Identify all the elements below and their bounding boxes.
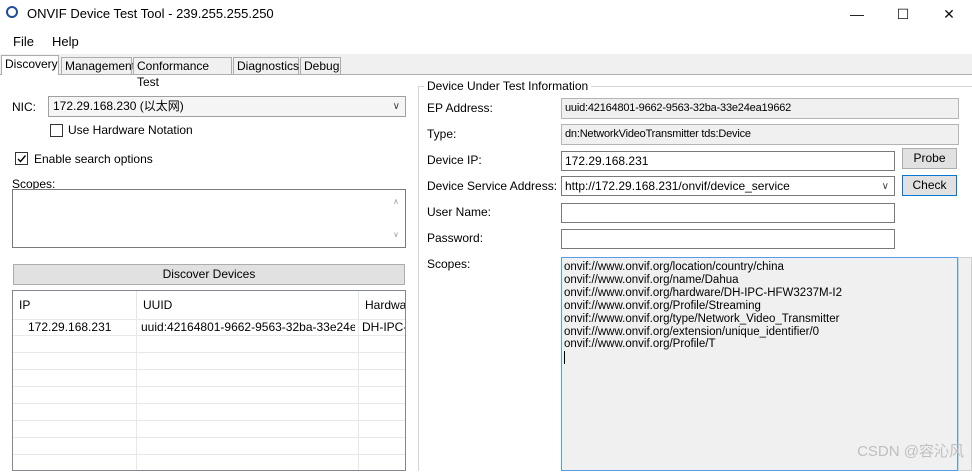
service-address-value: http://172.29.168.231/onvif/device_servi… [565,179,790,193]
discover-devices-button[interactable]: Discover Devices [13,264,405,285]
password-label: Password: [427,231,484,245]
tab-debug[interactable]: Debug [300,57,341,74]
hardware-notation-label: Use Hardware Notation [68,123,193,137]
menu-file[interactable]: File [13,34,34,49]
scopes-input[interactable]: ∧ ∨ [12,189,406,248]
service-address-label: Device Service Address: [427,179,558,193]
column-header-ip[interactable]: IP [13,291,137,319]
checkmark-icon [17,155,27,163]
device-ip-field[interactable]: 172.29.168.231 [561,151,895,171]
close-icon[interactable]: ✕ [926,0,972,28]
check-button[interactable]: Check [902,175,957,196]
password-field[interactable] [561,229,895,249]
menu-help[interactable]: Help [52,34,79,49]
column-header-uuid[interactable]: UUID [137,291,359,319]
scope-line: onvif://www.onvif.org/Profile/Streaming [564,299,761,312]
text-cursor [564,351,565,365]
scroll-up-icon[interactable]: ∧ [393,193,399,211]
row-hardware[interactable]: DH-IPC-H [362,320,405,334]
dut-scopes-scrollbar[interactable] [958,257,972,471]
window-title: ONVIF Device Test Tool - 239.255.255.250 [27,6,274,21]
hardware-notation-checkbox[interactable] [50,124,63,137]
nic-value: 172.29.168.230 (以太网) [53,99,184,113]
dut-scopes-textarea[interactable]: onvif://www.onvif.org/location/country/c… [561,257,958,471]
tab-discovery[interactable]: Discovery [1,55,59,75]
nic-select[interactable]: 172.29.168.230 (以太网) ∨ [48,96,406,117]
scope-line: onvif://www.onvif.org/hardware/DH-IPC-HF… [564,286,842,299]
row-ip[interactable]: 172.29.168.231 [28,320,132,334]
watermark: CSDN @容沁风 [857,443,964,460]
scope-line: onvif://www.onvif.org/location/country/c… [564,261,784,273]
minimize-icon[interactable]: — [834,0,880,28]
scope-line: onvif://www.onvif.org/name/Dahua [564,273,739,286]
maximize-icon[interactable]: ☐ [880,0,926,28]
scroll-down-icon[interactable]: ∨ [393,226,399,244]
device-list[interactable]: IP UUID Hardware 172.29.168.231 uuid:421… [12,290,406,471]
enable-search-checkbox[interactable] [15,152,28,165]
tab-diagnostics[interactable]: Diagnostics [233,57,299,74]
type-label: Type: [427,127,457,141]
dut-group-title: Device Under Test Information [424,79,592,93]
username-field[interactable] [561,203,895,223]
tab-management[interactable]: Management [61,57,135,74]
scope-line: onvif://www.onvif.org/type/Network_Video… [564,312,840,325]
menu-bar [0,28,972,54]
ep-address-label: EP Address: [427,101,493,115]
chevron-down-icon: ∨ [392,101,400,112]
ep-address-field[interactable]: uuid:42164801-9662-9563-32ba-33e24ea1966… [561,98,959,119]
username-label: User Name: [427,205,492,219]
nic-label: NIC: [12,100,36,114]
scope-line: onvif://www.onvif.org/Profile/T [564,338,716,351]
scopes-scrollbar[interactable]: ∧ ∨ [389,190,405,247]
column-header-hardware[interactable]: Hardware [359,291,405,319]
probe-button[interactable]: Probe [902,148,957,169]
tab-conformance-test[interactable]: Conformance Test [133,57,232,89]
type-field[interactable]: dn:NetworkVideoTransmitter tds:Device [561,124,959,145]
dut-scopes-label: Scopes: [427,257,471,271]
device-ip-label: Device IP: [427,153,482,167]
scope-line: onvif://www.onvif.org/extension/unique_i… [564,325,820,338]
row-uuid[interactable]: uuid:42164801-9662-9563-32ba-33e24ea... [141,320,355,334]
enable-search-label: Enable search options [34,152,153,166]
chevron-down-icon: ∨ [881,181,889,192]
app-icon [6,6,18,18]
service-address-select[interactable]: http://172.29.168.231/onvif/device_servi… [561,176,895,196]
